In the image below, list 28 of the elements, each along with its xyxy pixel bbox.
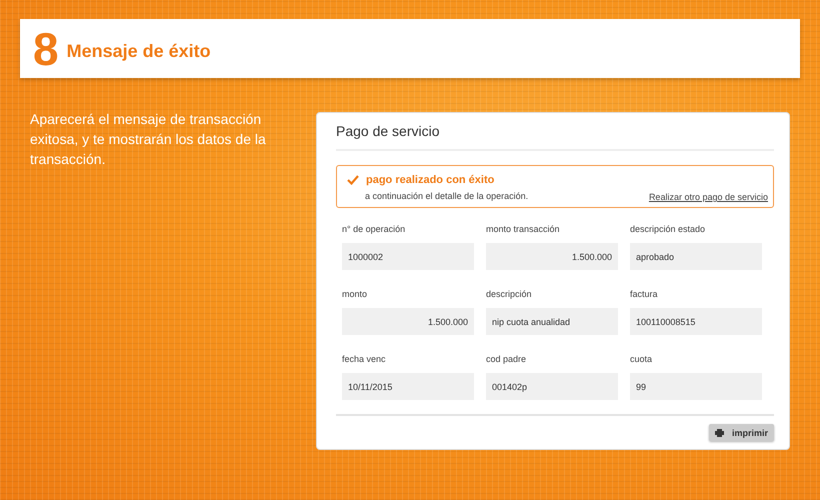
field-label: monto transacción xyxy=(486,224,561,234)
field-value: nip cuota anualidad xyxy=(486,308,618,335)
field-label: cod padre xyxy=(486,354,528,364)
check-icon xyxy=(347,175,359,185)
field-label: cuota xyxy=(630,354,654,364)
alert-title: pago realizado con éxito xyxy=(366,174,494,186)
step-title: Mensaje de éxito xyxy=(66,41,211,62)
new-payment-link[interactable]: Realizar otro pago de servicio xyxy=(648,192,768,202)
field-label: descripción estado xyxy=(630,224,706,234)
field-value: aprobado xyxy=(630,243,762,270)
printer-icon xyxy=(714,428,724,436)
field-value: 1.500.000 xyxy=(342,308,474,335)
field-label: n° de operación xyxy=(342,224,406,234)
field-value: 001402p xyxy=(486,373,618,400)
field-value: 1000002 xyxy=(342,243,474,270)
field-value: 100110008515 xyxy=(630,308,762,335)
field-label: monto xyxy=(342,289,368,299)
field-label: factura xyxy=(630,289,659,299)
panel-title: Pago de servicio xyxy=(336,121,774,151)
field-value: 10/11/2015 xyxy=(342,373,474,400)
field-value: 1.500.000 xyxy=(486,243,618,270)
field-label: fecha venc xyxy=(342,354,387,364)
step-number: 8 xyxy=(33,26,59,72)
intro-text: Aparecerá el mensaje de transacción exitosa, y te mostrarán los datos de la transacción. xyxy=(30,110,267,169)
field-label: descripción xyxy=(486,289,533,299)
alert-text: a continuación el detalle de la operación. xyxy=(365,191,528,201)
print-button[interactable]: imprimir xyxy=(708,424,774,441)
field-value: 99 xyxy=(630,373,762,400)
